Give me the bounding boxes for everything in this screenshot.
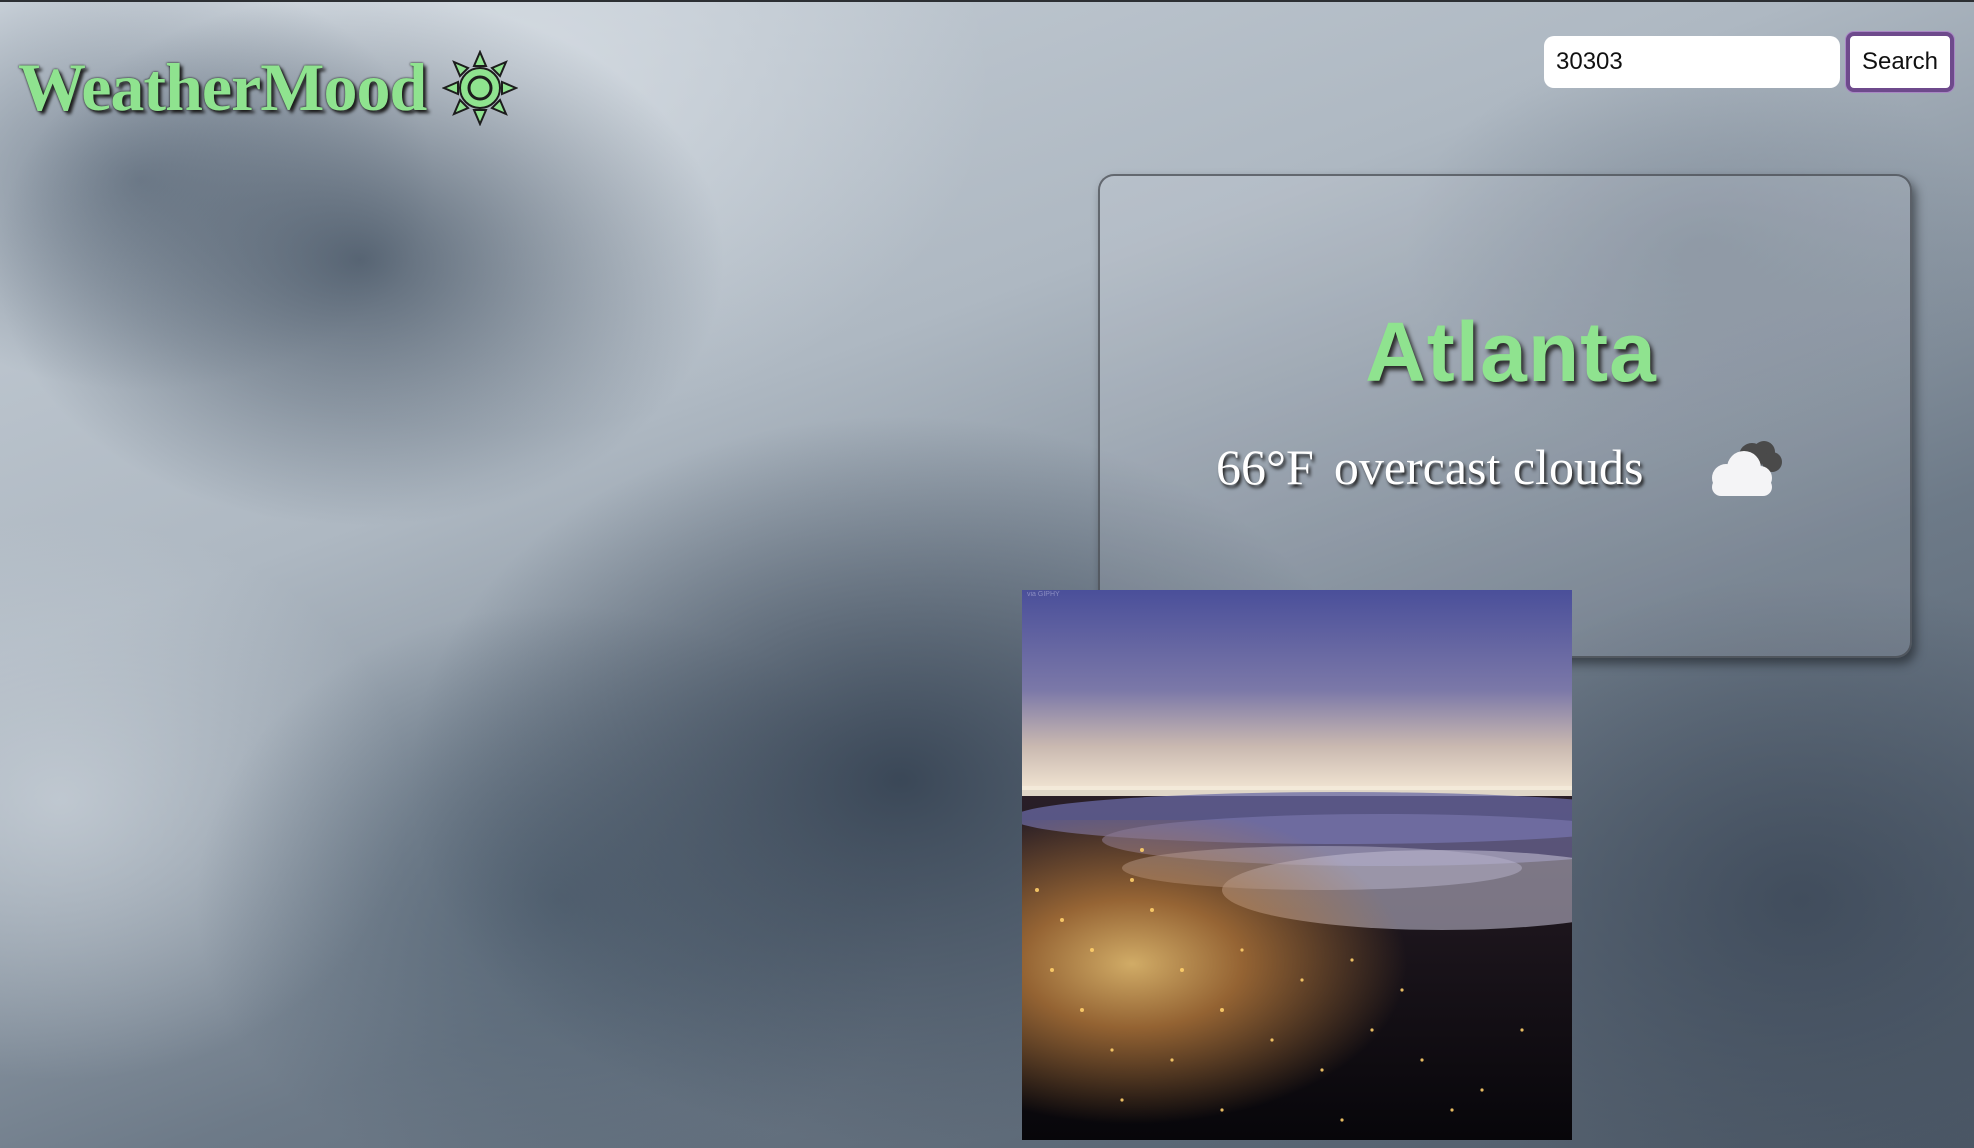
city-name: Atlanta — [1365, 305, 1657, 399]
gif-caption: via GIPHY — [1027, 591, 1060, 598]
app-title: WeatherMood — [18, 49, 427, 125]
sun-icon — [441, 48, 519, 127]
temperature: 66°F — [1216, 439, 1314, 495]
app-logo: WeatherMood — [18, 48, 519, 127]
weather-summary: 66°F overcast clouds — [1216, 438, 1643, 496]
weather-description: overcast clouds — [1333, 439, 1644, 495]
zip-search-input[interactable] — [1544, 36, 1840, 88]
top-border — [0, 0, 1974, 2]
weather-card: Atlanta 66°F overcast clouds — [1098, 174, 1912, 658]
mood-photo: via GIPHY — [1022, 590, 1572, 1140]
search-button[interactable]: Search — [1846, 32, 1954, 92]
cloud-moon-icon — [1700, 434, 1790, 504]
